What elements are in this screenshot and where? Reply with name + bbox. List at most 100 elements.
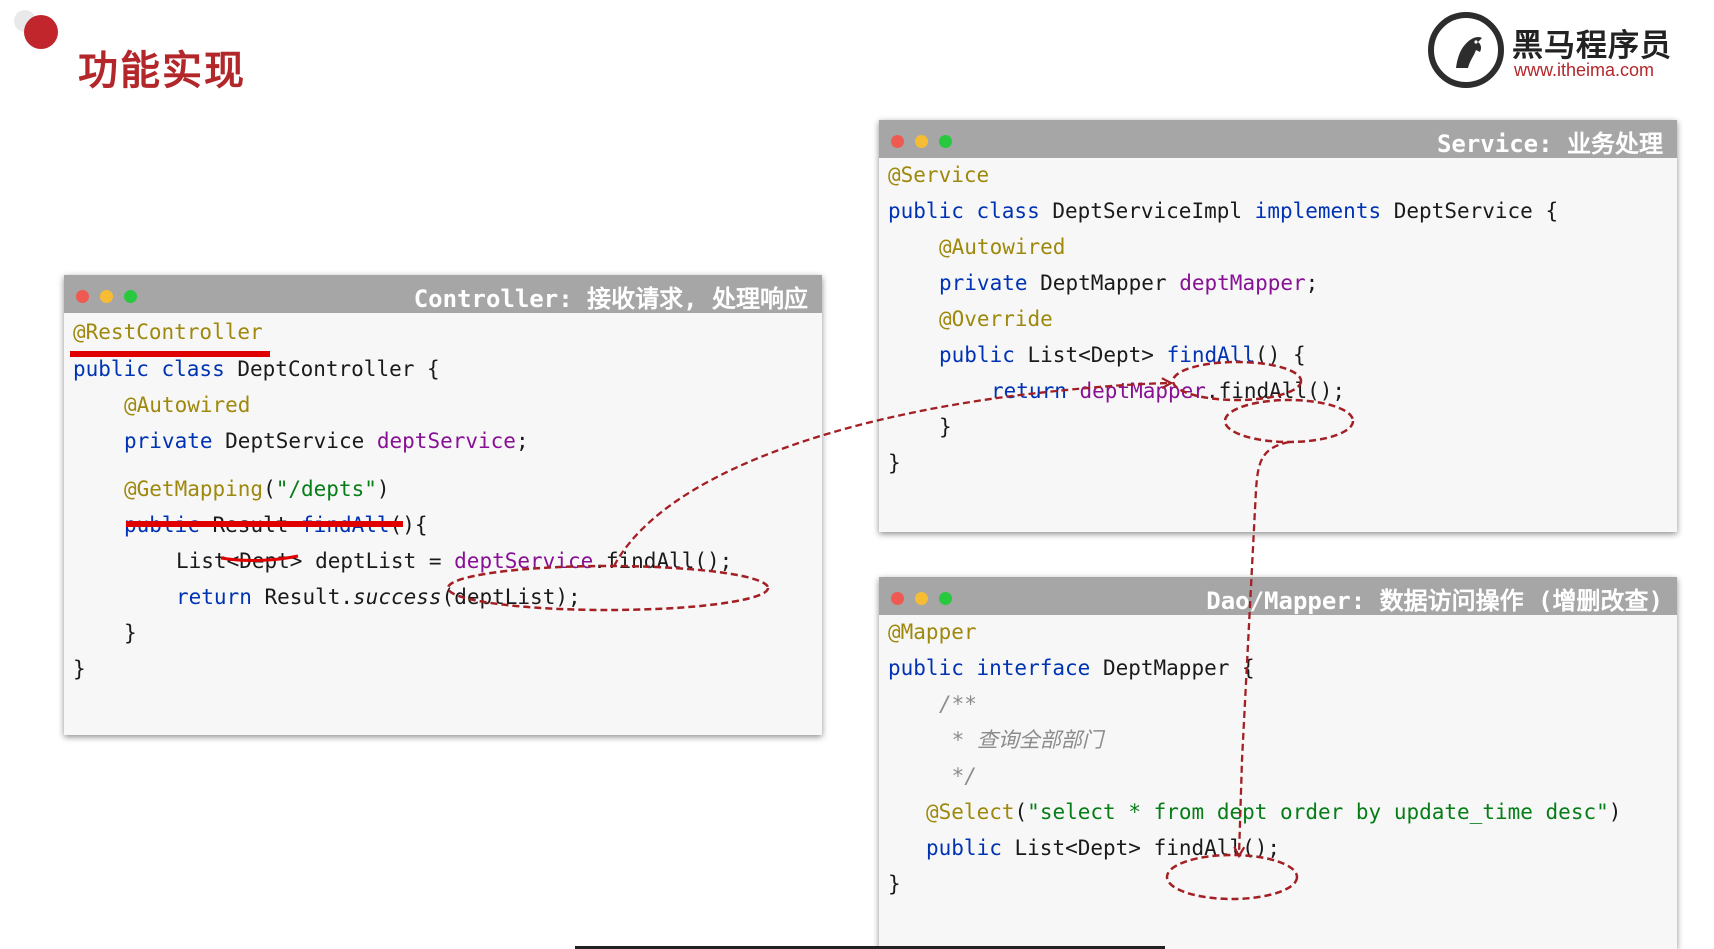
code-token: DeptMapper {	[1102, 656, 1255, 680]
code-token: .findAll();	[1205, 379, 1346, 403]
code-line: @Service	[888, 162, 989, 188]
minimize-dot-icon	[100, 290, 113, 303]
code-line: public List<Dept> findAll();	[926, 835, 1280, 861]
code-token: (){	[389, 513, 428, 537]
decor-dot-red	[24, 15, 58, 49]
maximize-dot-icon	[124, 290, 137, 303]
code-token: public class	[73, 357, 238, 381]
code-line: private DeptService deptService;	[124, 428, 529, 454]
close-dot-icon	[891, 135, 904, 148]
code-token: ;	[1305, 271, 1319, 295]
code-line: /**	[939, 692, 977, 716]
code-token: deptMapper	[1079, 379, 1206, 403]
code-token: (deptList);	[441, 585, 581, 609]
code-token: return	[176, 585, 265, 609]
code-line: }	[73, 657, 86, 681]
code-token: )	[1608, 800, 1622, 824]
code-token: List<Dept>	[1027, 343, 1167, 367]
code-token: private	[124, 429, 226, 453]
code-line: }	[888, 872, 901, 896]
logo-name: 黑马程序员	[1512, 28, 1672, 64]
window-controls	[891, 133, 963, 152]
code-token: DeptController {	[237, 357, 440, 381]
minimize-dot-icon	[915, 592, 928, 605]
code-token: deptMapper	[1179, 271, 1306, 295]
code-line: }	[124, 621, 137, 645]
code-line: * 查询全部部门	[939, 728, 1103, 752]
code-line: @Mapper	[888, 619, 977, 645]
code-token: public class	[888, 199, 1053, 223]
code-line: public interface DeptMapper {	[888, 655, 1255, 681]
code-token: DeptServiceImpl	[1052, 199, 1255, 223]
maximize-dot-icon	[939, 135, 952, 148]
code-token: )	[376, 477, 390, 501]
horse-logo-icon	[1428, 12, 1504, 88]
code-line: @Override	[939, 306, 1053, 332]
code-token: success	[353, 585, 442, 609]
itheima-logo: 黑马程序员 www.itheima.com	[1428, 10, 1688, 90]
code-token: @Mapper	[888, 620, 977, 644]
code-token: public interface	[888, 656, 1103, 680]
window-controls	[76, 288, 148, 307]
code-token: .findAll();	[593, 549, 733, 573]
code-token: findAll	[301, 513, 390, 537]
code-token: findAll	[1166, 343, 1256, 367]
page-title: 功能实现	[78, 48, 246, 94]
window-title: Dao/Mapper: 数据访问操作 (增删改查)	[1206, 587, 1663, 615]
code-line: return Result.success(deptList);	[176, 584, 581, 610]
code-token: List<Dept>	[1014, 836, 1154, 860]
code-token: DeptService	[225, 429, 377, 453]
code-block: @Mapper public interface DeptMapper { /*…	[879, 615, 1677, 949]
code-line: @Autowired	[124, 392, 250, 418]
code-line: @Autowired	[939, 234, 1065, 260]
code-line: @GetMapping("/depts")	[124, 476, 390, 502]
code-token: private	[939, 271, 1041, 295]
code-token: findAll();	[1153, 836, 1281, 860]
code-line: public class DeptController {	[73, 356, 440, 382]
logo-url: www.itheima.com	[1514, 60, 1655, 80]
code-block: @Service public class DeptServiceImpl im…	[879, 158, 1677, 532]
window-controls	[891, 590, 963, 609]
code-line: private DeptMapper deptMapper;	[939, 270, 1318, 296]
window-titlebar: Controller: 接收请求, 处理响应	[64, 275, 822, 313]
code-token: ;	[515, 429, 529, 453]
window-title: Controller: 接收请求, 处理响应	[413, 285, 808, 313]
code-token: public	[939, 343, 1028, 367]
code-line: List<Dept> deptList = deptService.findAl…	[176, 548, 732, 574]
code-token: deptService	[454, 549, 594, 573]
service-code-window: Service: 业务处理 @Service public class Dept…	[879, 120, 1677, 532]
code-token: deptService	[376, 429, 516, 453]
code-token: "/depts"	[275, 477, 377, 501]
code-line: */	[939, 764, 977, 788]
code-token: return	[991, 379, 1080, 403]
window-titlebar: Dao/Mapper: 数据访问操作 (增删改查)	[879, 577, 1677, 615]
code-token: @GetMapping	[124, 477, 264, 501]
code-block: @RestController public class DeptControl…	[64, 313, 822, 735]
code-token: @Autowired	[124, 393, 251, 417]
code-line: public List<Dept> findAll() {	[939, 342, 1306, 368]
code-token: Result	[212, 513, 302, 537]
window-title: Service: 业务处理	[1436, 130, 1663, 158]
code-line: @RestController	[73, 319, 263, 345]
mapper-code-window: Dao/Mapper: 数据访问操作 (增删改查) @Mapper public…	[879, 577, 1677, 949]
code-token: "select * from dept order by update_time…	[1027, 800, 1609, 824]
window-titlebar: Service: 业务处理	[879, 120, 1677, 158]
minimize-dot-icon	[915, 135, 928, 148]
code-line: }	[888, 451, 901, 475]
code-line: public Result findAll(){	[124, 512, 427, 538]
controller-code-window: Controller: 接收请求, 处理响应 @RestController p…	[64, 275, 822, 735]
code-token: DeptService {	[1393, 199, 1559, 223]
code-token: @Autowired	[939, 235, 1066, 259]
maximize-dot-icon	[939, 592, 952, 605]
code-line: }	[939, 415, 952, 439]
code-token: Result.	[264, 585, 354, 609]
code-token: @Service	[888, 163, 990, 187]
code-token: () {	[1255, 343, 1306, 367]
code-token: (	[263, 477, 276, 501]
code-line: @Select("select * from dept order by upd…	[926, 799, 1621, 825]
code-token: @Select	[926, 800, 1015, 824]
code-line: public class DeptServiceImpl implements …	[888, 198, 1558, 224]
code-token: @RestController	[73, 320, 263, 344]
code-line: return deptMapper.findAll();	[991, 378, 1345, 404]
code-token: List<Dept> deptList =	[176, 549, 455, 573]
